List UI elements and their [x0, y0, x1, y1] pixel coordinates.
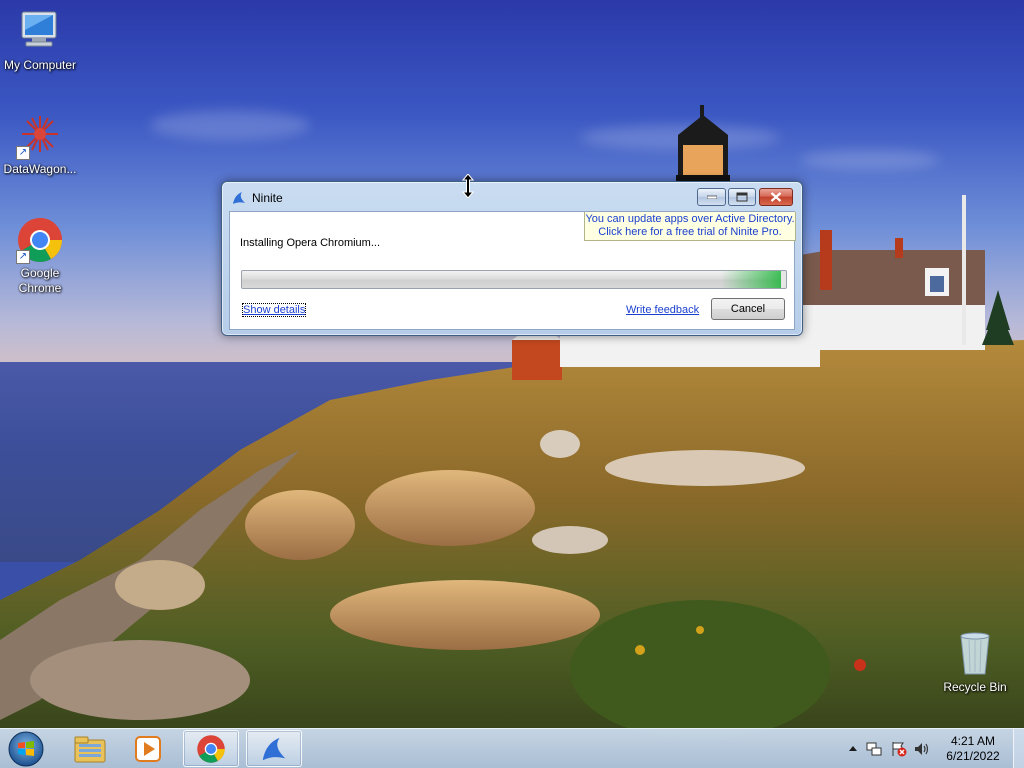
desktop-icon-datawagon[interactable]: ↗ DataWagon...: [0, 112, 80, 177]
shortcut-arrow-icon: ↗: [16, 146, 30, 160]
start-button[interactable]: [6, 730, 46, 768]
progress-glow: [720, 271, 781, 288]
desktop-icon-label: Google Chrome: [18, 266, 62, 295]
taskbar-media-player-button[interactable]: [120, 730, 176, 767]
taskbar: 4:21 AM 6/21/2022: [0, 728, 1024, 768]
ninite-pro-promo[interactable]: You can update apps over Active Director…: [584, 212, 796, 241]
window-title: Ninite: [252, 191, 283, 205]
taskbar-ninite-button[interactable]: [246, 730, 302, 767]
chrome-icon: ↗: [16, 216, 64, 264]
windows-start-icon: [8, 731, 44, 767]
clock-date: 6/21/2022: [946, 749, 1000, 763]
ninite-icon: [231, 190, 247, 206]
resize-cursor-icon: [462, 174, 474, 198]
ninite-window[interactable]: Ninite Installing Opera Chromium... You …: [221, 181, 803, 336]
cancel-button[interactable]: Cancel: [711, 298, 785, 320]
desktop-icon-recycle-bin[interactable]: Recycle Bin: [935, 630, 1015, 695]
recycle-bin-icon: [951, 630, 999, 678]
media-player-icon: [135, 735, 161, 762]
wallpaper-cloud: [150, 110, 310, 140]
minimize-button[interactable]: [697, 188, 726, 206]
system-clock[interactable]: 4:21 AM 6/21/2022: [935, 734, 1011, 764]
taskbar-chrome-button[interactable]: [183, 730, 239, 767]
minimize-icon: [706, 195, 717, 199]
show-hidden-icons-icon[interactable]: [845, 741, 861, 757]
windows-explorer-icon: [74, 736, 106, 762]
desktop-wallpaper: [0, 0, 1024, 768]
show-desktop-button[interactable]: [1013, 729, 1024, 768]
action-center-flag-icon[interactable]: [891, 741, 907, 757]
desktop-icon-label: DataWagon...: [3, 162, 77, 176]
desktop-icon-my-computer[interactable]: My Computer: [0, 8, 80, 73]
shortcut-arrow-icon: ↗: [16, 250, 30, 264]
desktop-icon-google-chrome[interactable]: ↗ Google Chrome: [0, 216, 80, 296]
install-progress-bar: [241, 270, 787, 289]
write-feedback-link[interactable]: Write feedback: [626, 304, 699, 316]
computer-icon: [16, 8, 64, 56]
wallpaper-land: [0, 340, 1024, 768]
close-button[interactable]: [759, 188, 793, 206]
window-titlebar[interactable]: Ninite: [222, 182, 802, 212]
desktop-icon-label: Recycle Bin: [943, 680, 1007, 694]
show-details-link[interactable]: Show details: [241, 303, 307, 317]
taskbar-explorer-button[interactable]: [62, 730, 118, 767]
network-icon[interactable]: [866, 741, 882, 757]
ninite-icon: [262, 737, 286, 760]
close-icon: [770, 192, 782, 202]
chrome-icon: [197, 734, 225, 763]
volume-icon[interactable]: [914, 741, 930, 757]
maximize-button[interactable]: [728, 188, 756, 206]
window-content: Installing Opera Chromium... You can upd…: [229, 211, 796, 330]
desktop-icon-label: My Computer: [3, 58, 77, 72]
clock-time: 4:21 AM: [950, 734, 996, 748]
maximize-icon: [736, 192, 748, 202]
install-status-text: Installing Opera Chromium...: [240, 237, 380, 249]
progress-fill: [242, 271, 781, 288]
promo-line-1[interactable]: You can update apps over Active Director…: [585, 213, 795, 226]
promo-line-2[interactable]: Click here for a free trial of Ninite Pr…: [585, 226, 795, 239]
datawagon-icon: ↗: [16, 112, 64, 160]
